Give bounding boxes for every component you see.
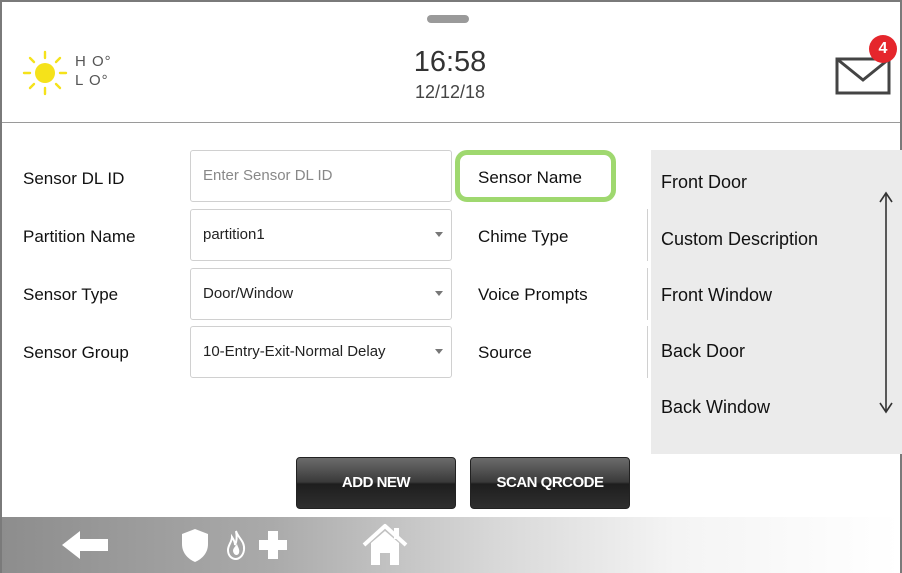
partition-name-label: Partition Name [23,227,136,246]
dropdown-option[interactable]: Front Door [661,172,747,193]
medical-cross-icon[interactable] [257,529,289,561]
home-icon[interactable] [361,523,409,567]
pull-down-handle[interactable] [427,15,469,23]
sensor-group-value: 10-Entry-Exit-Normal Delay [203,343,386,360]
sensor-name-dropdown[interactable]: Front Door Custom Description Front Wind… [651,150,902,454]
source-label: Source [478,343,532,362]
dropdown-caret-icon [435,349,443,354]
sun-icon [22,50,68,96]
back-arrow-icon[interactable] [60,529,110,561]
header-divider [2,122,900,123]
clock: 16:58 12/12/18 [340,46,560,103]
partition-name-select[interactable]: partition1 [190,209,452,261]
sensor-name-label: Sensor Name [478,168,582,187]
dropdown-option[interactable]: Back Window [661,397,770,418]
partition-name-value: partition1 [203,226,265,243]
fire-icon[interactable] [224,529,248,561]
add-new-button[interactable]: ADD NEW [296,457,456,509]
bottom-nav-bar [2,517,900,573]
message-count-badge: 4 [869,35,897,63]
sensor-type-select[interactable]: Door/Window [190,268,452,320]
temperature-readout: H O° L O° [75,52,112,90]
scroll-arrow-icon [879,191,893,414]
dropdown-option[interactable]: Back Door [661,341,745,362]
dropdown-caret-icon [435,232,443,237]
current-date: 12/12/18 [414,82,486,102]
current-time: 16:58 [413,46,487,78]
sensor-dl-id-label: Sensor DL ID [23,169,125,188]
dropdown-option[interactable]: Front Window [661,285,772,306]
dropdown-caret-icon [435,291,443,296]
sensor-type-label: Sensor Type [23,285,119,304]
chime-type-label: Chime Type [478,227,569,246]
sensor-group-select[interactable]: 10-Entry-Exit-Normal Delay [190,326,452,378]
sensor-type-value: Door/Window [203,285,294,302]
sensor-dl-id-input[interactable]: Enter Sensor DL ID [190,150,452,202]
sensor-group-label: Sensor Group [23,343,129,362]
scan-qrcode-button[interactable]: SCAN QRCODE [470,457,630,509]
dropdown-option[interactable]: Custom Description [661,229,818,250]
shield-icon[interactable] [180,527,210,563]
voice-prompts-label: Voice Prompts [478,285,588,304]
weather-widget[interactable]: H O° L O° [22,50,152,100]
low-temp: L O° [75,72,109,89]
high-temp: H O° [75,53,112,70]
